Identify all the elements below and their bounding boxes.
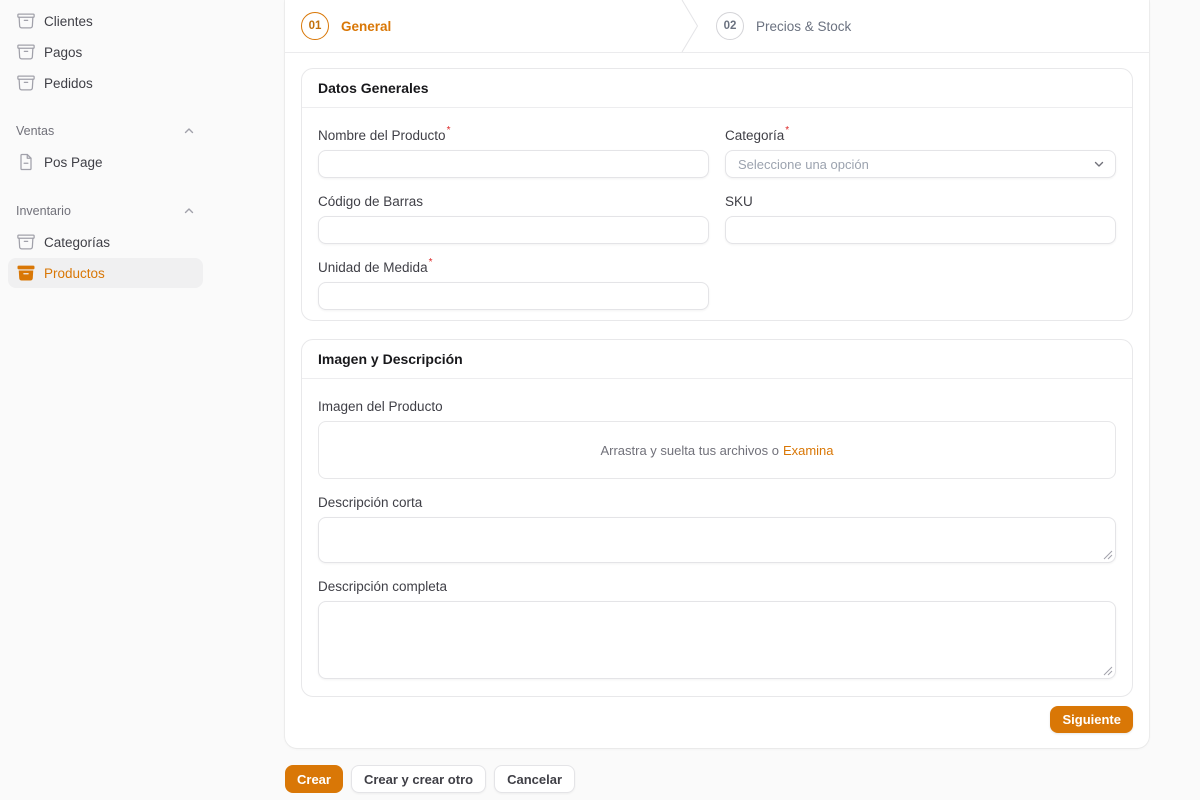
sidebar-group-label: Ventas xyxy=(16,124,54,138)
section-title: Datos Generales xyxy=(318,80,429,96)
sidebar-group-ventas[interactable]: Ventas xyxy=(8,121,203,141)
step-label: Precios & Stock xyxy=(756,19,851,34)
sidebar-item-label: Pagos xyxy=(44,45,82,60)
field-codigo-de-barras: Código de Barras xyxy=(318,194,709,244)
field-label: Nombre del Producto* xyxy=(318,128,709,144)
sidebar-item-productos[interactable]: Productos xyxy=(8,258,203,288)
sidebar-item-pedidos[interactable]: Pedidos xyxy=(8,68,203,98)
crear-button[interactable]: Crear xyxy=(285,765,343,793)
section-header: Imagen y Descripción xyxy=(302,340,1132,379)
sidebar-nav: Clientes Pagos xyxy=(0,0,285,288)
sidebar: Clientes Pagos xyxy=(0,0,285,800)
codigo-de-barras-input[interactable] xyxy=(318,216,709,244)
cancelar-button[interactable]: Cancelar xyxy=(494,765,575,793)
archive-box-icon xyxy=(16,11,36,31)
section-body: Imagen del Producto Arrastra y suelta tu… xyxy=(302,379,1132,695)
file-dropzone[interactable]: Arrastra y suelta tus archivos o Examina xyxy=(318,421,1116,479)
sidebar-item-clientes[interactable]: Clientes xyxy=(8,6,203,36)
categoria-select[interactable]: Seleccione una opción xyxy=(725,150,1116,178)
field-categoria: Categoría* Seleccione una opción xyxy=(725,128,1116,178)
required-asterisk: * xyxy=(785,126,789,136)
field-label: Imagen del Producto xyxy=(318,399,1116,415)
wizard-stepper: 01 General 02 Precios & Stock xyxy=(285,0,1149,53)
field-label: Categoría* xyxy=(725,128,1116,144)
chevron-up-icon xyxy=(183,125,195,137)
sidebar-item-pos-page[interactable]: Pos Page xyxy=(8,147,203,177)
sidebar-item-categorias[interactable]: Categorías xyxy=(8,227,203,257)
chevron-down-icon xyxy=(1093,158,1105,170)
sidebar-item-label: Pedidos xyxy=(44,76,93,91)
sidebar-group-inventario[interactable]: Inventario xyxy=(8,201,203,221)
step-label: General xyxy=(341,19,391,34)
archive-box-icon xyxy=(16,232,36,252)
section-body: Nombre del Producto* Categoría* Seleccio… xyxy=(302,108,1132,326)
field-label: SKU xyxy=(725,194,1116,210)
field-unidad-de-medida: Unidad de Medida* xyxy=(318,260,709,310)
select-placeholder: Seleccione una opción xyxy=(738,157,869,172)
unidad-de-medida-input[interactable] xyxy=(318,282,709,310)
field-label: Unidad de Medida* xyxy=(318,260,709,276)
nombre-del-producto-input[interactable] xyxy=(318,150,709,178)
section-title: Imagen y Descripción xyxy=(318,351,463,367)
browse-files-link[interactable]: Examina xyxy=(783,443,834,458)
step-number-badge: 02 xyxy=(716,12,744,40)
sidebar-item-label: Productos xyxy=(44,266,105,281)
sidebar-item-pagos[interactable]: Pagos xyxy=(8,37,203,67)
document-icon xyxy=(16,152,36,172)
field-sku: SKU xyxy=(725,194,1116,244)
form-actions: Crear Crear y crear otro Cancelar xyxy=(285,765,575,793)
required-asterisk: * xyxy=(429,258,433,268)
wizard-step-precios-stock[interactable]: 02 Precios & Stock xyxy=(716,0,851,52)
section-datos-generales: Datos Generales Nombre del Producto* Cat… xyxy=(301,68,1133,321)
sidebar-item-label: Categorías xyxy=(44,235,110,250)
sidebar-item-label: Pos Page xyxy=(44,155,103,170)
descripcion-corta-textarea[interactable] xyxy=(318,517,1116,563)
descripcion-completa-textarea[interactable] xyxy=(318,601,1116,679)
required-asterisk: * xyxy=(447,126,451,136)
section-imagen-descripcion: Imagen y Descripción Imagen del Producto… xyxy=(301,339,1133,697)
field-label: Código de Barras xyxy=(318,194,709,210)
sidebar-item-label: Clientes xyxy=(44,14,93,29)
dropzone-text: Arrastra y suelta tus archivos o xyxy=(600,443,778,458)
step-separator-chevron-icon xyxy=(681,0,699,57)
wizard-step-general[interactable]: 01 General xyxy=(301,0,391,52)
screen: Clientes Pagos xyxy=(0,0,1200,800)
section-header: Datos Generales xyxy=(302,69,1132,108)
crear-y-crear-otro-button[interactable]: Crear y crear otro xyxy=(351,765,486,793)
archive-box-icon xyxy=(16,42,36,62)
empty-grid-cell xyxy=(725,260,1116,310)
chevron-up-icon xyxy=(183,205,195,217)
field-descripcion-completa: Descripción completa xyxy=(318,579,1116,679)
field-label: Descripción completa xyxy=(318,579,1116,595)
product-form-card: 01 General 02 Precios & Stock Datos Gene… xyxy=(285,0,1149,748)
siguiente-button[interactable]: Siguiente xyxy=(1050,706,1133,733)
field-descripcion-corta: Descripción corta xyxy=(318,495,1116,563)
sidebar-group-label: Inventario xyxy=(16,204,71,218)
archive-box-icon xyxy=(16,73,36,93)
field-nombre-del-producto: Nombre del Producto* xyxy=(318,128,709,178)
sku-input[interactable] xyxy=(725,216,1116,244)
field-imagen-del-producto: Imagen del Producto Arrastra y suelta tu… xyxy=(318,399,1116,479)
archive-box-icon xyxy=(16,263,36,283)
field-label: Descripción corta xyxy=(318,495,1116,511)
step-number-badge: 01 xyxy=(301,12,329,40)
